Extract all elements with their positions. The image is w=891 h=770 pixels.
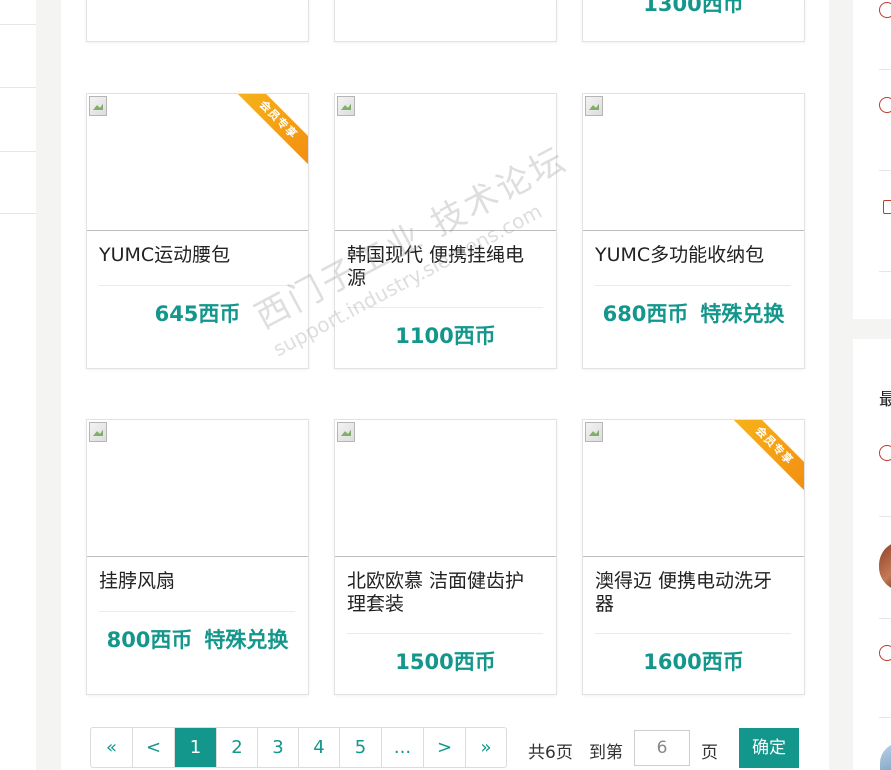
left-divider xyxy=(0,151,36,152)
product-price: 645西币 xyxy=(87,298,308,328)
left-divider xyxy=(0,87,36,88)
product-image[interactable]: 会员专享 xyxy=(583,420,804,557)
product-card[interactable]: 会员专享 澳得迈 便携电动洗牙器 1600西币 xyxy=(582,419,805,695)
special-exchange-tag[interactable]: 特殊兑换 xyxy=(204,628,288,652)
product-card[interactable] xyxy=(86,0,309,42)
broken-image-icon xyxy=(89,422,107,442)
product-card[interactable]: 北欧欧慕 洁面健齿护理套装 1500西币 xyxy=(334,419,557,695)
product-image[interactable] xyxy=(335,420,556,557)
right-sidebar-bottom: 最 xyxy=(853,339,891,770)
product-price: 1500西币 xyxy=(335,646,556,676)
product-name[interactable]: 北欧欧慕 洁面健齿护理套装 xyxy=(347,570,543,616)
first-page-button[interactable]: « xyxy=(91,728,133,767)
list-divider xyxy=(879,170,891,171)
product-card[interactable]: 挂脖风扇 800西币 特殊兑换 xyxy=(86,419,309,695)
left-divider xyxy=(0,213,36,214)
goto-page-input[interactable]: 6 xyxy=(634,730,690,766)
product-list-area: 1300西币 会员专享 YUMC运动腰包 645西币 韩国现代 便携挂绳电源 1… xyxy=(61,0,829,770)
product-name[interactable]: YUMC运动腰包 xyxy=(99,244,295,267)
member-exclusive-badge: 会员专享 xyxy=(724,420,804,496)
product-name[interactable]: 挂脖风扇 xyxy=(99,570,295,593)
page-button-5[interactable]: 5 xyxy=(340,728,382,767)
list-item-icon xyxy=(879,445,891,461)
left-divider xyxy=(0,24,36,25)
list-item-icon xyxy=(879,2,891,18)
divider xyxy=(99,285,295,286)
next-page-button[interactable]: > xyxy=(424,728,466,767)
member-exclusive-badge: 会员专享 xyxy=(228,94,308,170)
page-button-3[interactable]: 3 xyxy=(258,728,299,767)
list-divider xyxy=(879,717,891,718)
price-value: 800西币 xyxy=(106,628,193,652)
special-exchange-tag[interactable]: 特殊兑换 xyxy=(700,302,784,326)
broken-image-icon xyxy=(337,96,355,116)
list-divider xyxy=(879,516,891,517)
broken-image-icon xyxy=(337,422,355,442)
product-card[interactable] xyxy=(334,0,557,42)
list-divider xyxy=(879,271,891,272)
broken-image-icon xyxy=(585,96,603,116)
product-image[interactable] xyxy=(87,420,308,557)
product-name[interactable]: 澳得迈 便携电动洗牙器 xyxy=(595,570,791,616)
product-image[interactable] xyxy=(335,94,556,231)
left-panel xyxy=(0,0,36,770)
page-ellipsis: ... xyxy=(382,728,424,767)
product-name[interactable]: 韩国现代 便携挂绳电源 xyxy=(347,244,543,290)
last-page-button[interactable]: » xyxy=(466,728,506,767)
product-price: 800西币 特殊兑换 xyxy=(87,624,308,654)
price-value: 1100西币 xyxy=(395,324,496,348)
product-card[interactable]: 韩国现代 便携挂绳电源 1100西币 xyxy=(334,93,557,369)
price-value: 645西币 xyxy=(154,302,241,326)
confirm-button[interactable]: 确定 xyxy=(739,728,799,768)
right-sidebar-top xyxy=(853,0,891,319)
list-divider xyxy=(879,69,891,70)
product-card[interactable]: YUMC多功能收纳包 680西币 特殊兑换 xyxy=(582,93,805,369)
page-button-4[interactable]: 4 xyxy=(299,728,340,767)
page-button-2[interactable]: 2 xyxy=(217,728,258,767)
pagination: « < 1 2 3 4 5 ... > » xyxy=(90,727,507,768)
list-item-icon xyxy=(879,645,891,661)
product-card[interactable]: 会员专享 YUMC运动腰包 645西币 xyxy=(86,93,309,369)
product-image[interactable]: 会员专享 xyxy=(87,94,308,231)
goto-label: 到第 xyxy=(589,743,623,763)
sidebar-title: 最 xyxy=(879,390,891,410)
avatar[interactable] xyxy=(880,743,891,770)
broken-image-icon xyxy=(585,422,603,442)
divider xyxy=(347,633,543,634)
prev-page-button[interactable]: < xyxy=(133,728,175,767)
list-item-icon xyxy=(879,97,891,113)
product-name[interactable]: YUMC多功能收纳包 xyxy=(595,244,791,267)
list-item-icon xyxy=(883,200,891,214)
avatar[interactable] xyxy=(879,541,891,591)
product-image[interactable] xyxy=(583,94,804,231)
price-value: 1600西币 xyxy=(643,650,744,674)
price-value: 1500西币 xyxy=(395,650,496,674)
product-price: 680西币 特殊兑换 xyxy=(583,298,804,328)
page-unit-label: 页 xyxy=(701,743,718,763)
product-price: 1100西币 xyxy=(335,320,556,350)
page-button-1[interactable]: 1 xyxy=(175,728,217,767)
product-price: 1300西币 xyxy=(643,0,744,16)
price-value: 680西币 xyxy=(602,302,689,326)
total-pages-label: 共6页 xyxy=(528,743,573,763)
product-card[interactable]: 1300西币 xyxy=(582,0,805,42)
product-price: 1600西币 xyxy=(583,646,804,676)
divider xyxy=(347,307,543,308)
divider xyxy=(99,611,295,612)
divider xyxy=(595,285,791,286)
broken-image-icon xyxy=(89,96,107,116)
list-divider xyxy=(879,618,891,619)
divider xyxy=(595,633,791,634)
